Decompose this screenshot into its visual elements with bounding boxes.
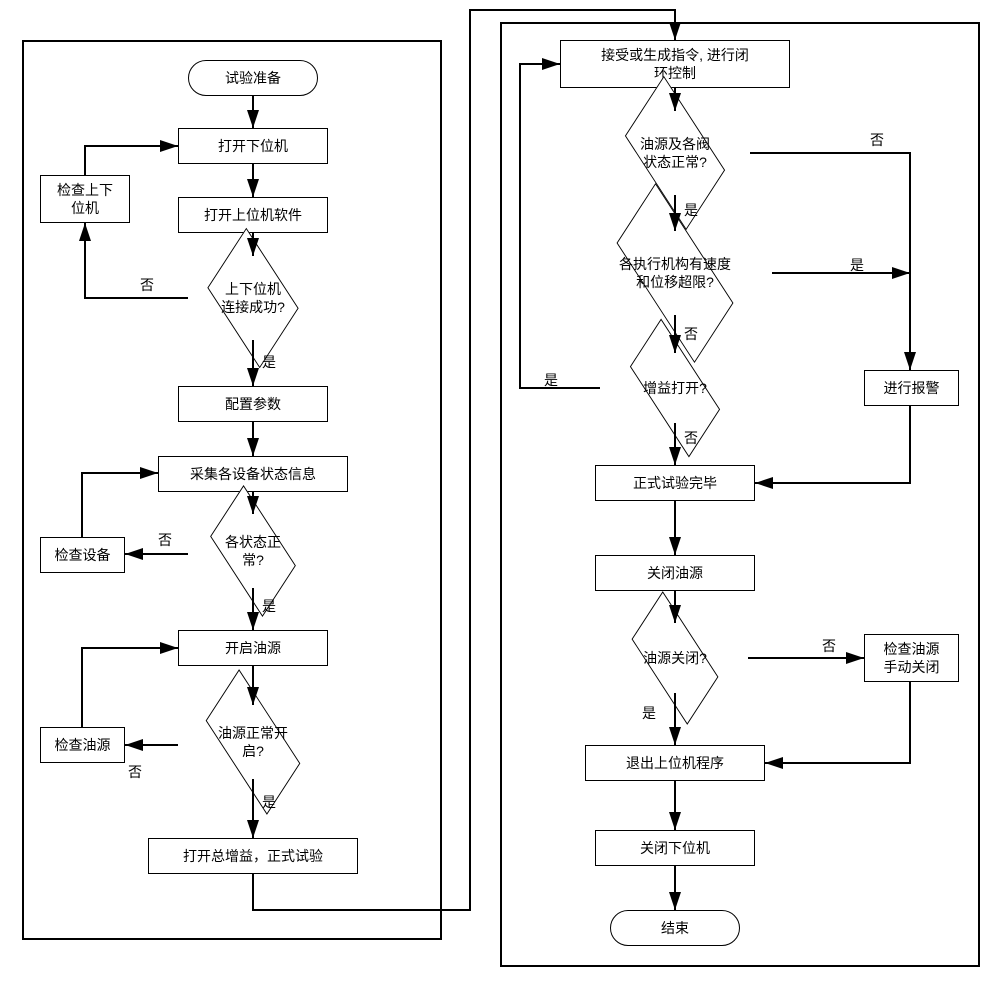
a2-process: 检查设备 bbox=[40, 537, 125, 573]
d2-no-label: 否 bbox=[158, 530, 172, 550]
end-terminator: 结束 bbox=[610, 910, 740, 946]
p5-text: 开启油源 bbox=[225, 639, 281, 657]
p3-process: 配置参数 bbox=[178, 386, 328, 422]
d7-text: 油源关闭? bbox=[643, 649, 707, 667]
p8-process: 正式试验完毕 bbox=[595, 465, 755, 501]
d1-decision: 上下位机 连接成功? bbox=[206, 263, 300, 333]
p9-text: 关闭油源 bbox=[647, 564, 703, 582]
d3-no-label: 否 bbox=[128, 762, 142, 782]
d4-text: 油源及各阀 状态正常? bbox=[640, 135, 710, 171]
d7-decision: 油源关闭? bbox=[625, 630, 725, 686]
d1-yes-label: 是 bbox=[262, 352, 276, 372]
p7-process: 接受或生成指令, 进行闭 环控制 bbox=[560, 40, 790, 88]
a5-process: 检查油源 手动关闭 bbox=[864, 634, 959, 682]
a5-text: 检查油源 手动关闭 bbox=[884, 640, 940, 676]
d6-no-label: 否 bbox=[684, 428, 698, 448]
p6-process: 打开总增益，正式试验 bbox=[148, 838, 358, 874]
d4-yes-label: 是 bbox=[684, 200, 698, 220]
d3-decision: 油源正常开启? bbox=[198, 712, 308, 772]
d2-text: 各状态正常? bbox=[222, 533, 284, 569]
a2-text: 检查设备 bbox=[55, 546, 111, 564]
start-text: 试验准备 bbox=[225, 69, 281, 87]
end-text: 结束 bbox=[661, 919, 689, 937]
p9-process: 关闭油源 bbox=[595, 555, 755, 591]
p1-process: 打开下位机 bbox=[178, 128, 328, 164]
d4-no-label: 否 bbox=[870, 130, 884, 150]
d5-text: 各执行机构有速度 和位移超限? bbox=[619, 255, 731, 291]
a4-process: 进行报警 bbox=[864, 370, 959, 406]
p11-process: 关闭下位机 bbox=[595, 830, 755, 866]
p2-process: 打开上位机软件 bbox=[178, 197, 328, 233]
d5-yes-label: 是 bbox=[850, 255, 864, 275]
d7-yes-label: 是 bbox=[642, 703, 656, 723]
a3-text: 检查油源 bbox=[55, 736, 111, 754]
a1-process: 检查上下 位机 bbox=[40, 175, 130, 223]
p4-process: 采集各设备状态信息 bbox=[158, 456, 348, 492]
p3-text: 配置参数 bbox=[225, 395, 281, 413]
d4-decision: 油源及各阀 状态正常? bbox=[620, 118, 730, 188]
a1-text: 检查上下 位机 bbox=[57, 181, 113, 217]
d6-text: 增益打开? bbox=[643, 379, 707, 397]
d1-text: 上下位机 连接成功? bbox=[221, 280, 285, 316]
p7-text: 接受或生成指令, 进行闭 环控制 bbox=[601, 46, 749, 82]
d2-yes-label: 是 bbox=[262, 596, 276, 616]
d5-decision: 各执行机构有速度 和位移超限? bbox=[605, 238, 745, 308]
p1-text: 打开下位机 bbox=[218, 137, 288, 155]
p6-text: 打开总增益，正式试验 bbox=[183, 847, 323, 865]
start-terminator: 试验准备 bbox=[188, 60, 318, 96]
p2-text: 打开上位机软件 bbox=[204, 206, 302, 224]
p11-text: 关闭下位机 bbox=[640, 839, 710, 857]
a3-process: 检查油源 bbox=[40, 727, 125, 763]
p10-process: 退出上位机程序 bbox=[585, 745, 765, 781]
p4-text: 采集各设备状态信息 bbox=[190, 465, 316, 483]
d5-no-label: 否 bbox=[684, 324, 698, 344]
p5-process: 开启油源 bbox=[178, 630, 328, 666]
p10-text: 退出上位机程序 bbox=[626, 754, 724, 772]
d6-decision: 增益打开? bbox=[622, 360, 728, 416]
d3-yes-label: 是 bbox=[262, 792, 276, 812]
d3-text: 油源正常开启? bbox=[214, 724, 292, 760]
d6-yes-label: 是 bbox=[544, 370, 558, 390]
d2-decision: 各状态正常? bbox=[206, 521, 300, 581]
a4-text: 进行报警 bbox=[884, 379, 940, 397]
p8-text: 正式试验完毕 bbox=[633, 474, 717, 492]
d7-no-label: 否 bbox=[822, 636, 836, 656]
d1-no-label: 否 bbox=[140, 275, 154, 295]
